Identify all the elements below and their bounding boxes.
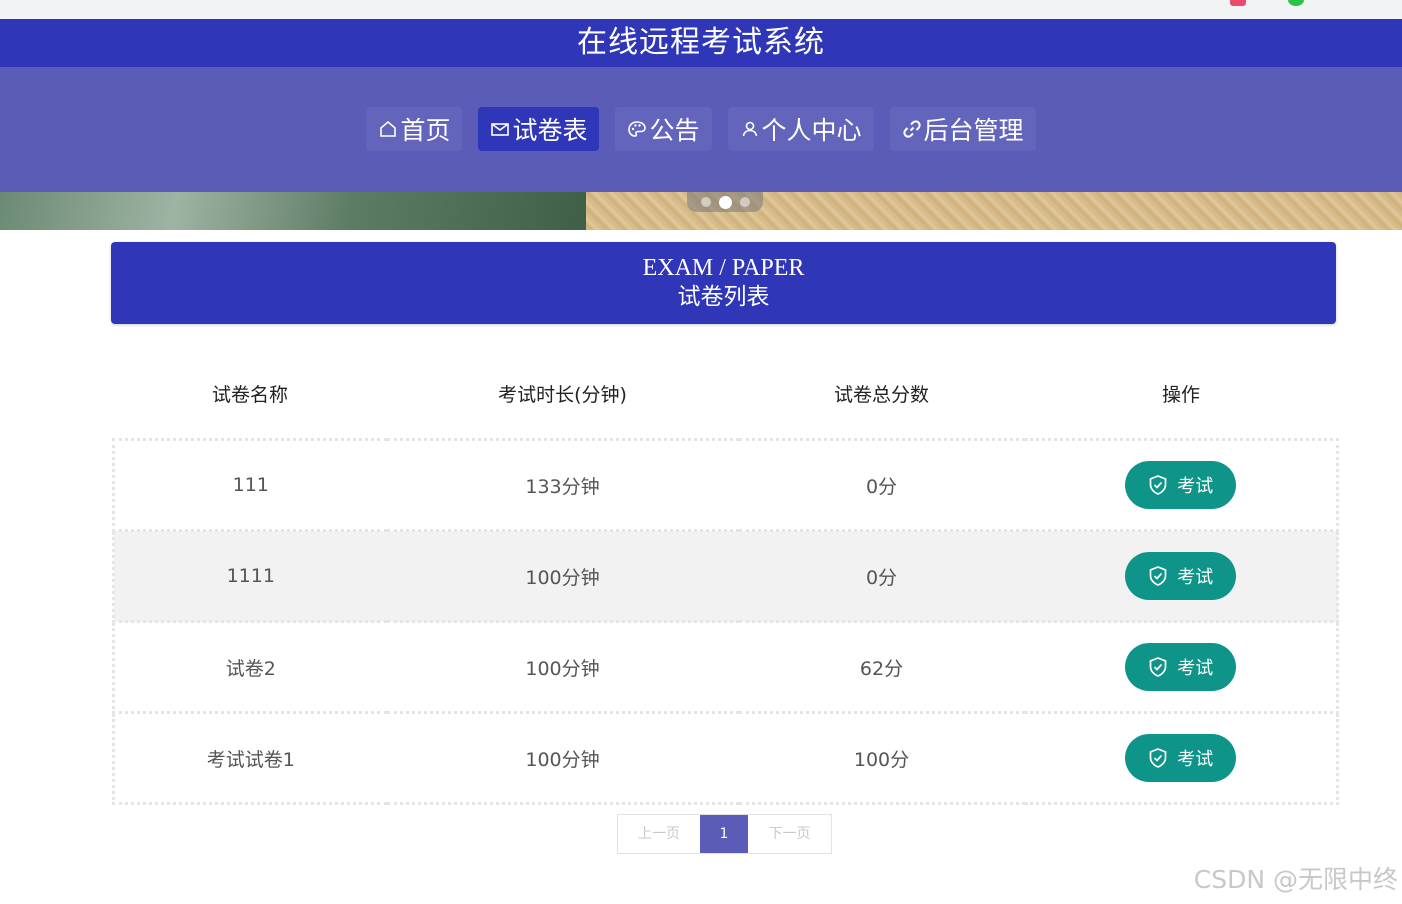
shield-check-icon <box>1149 748 1167 768</box>
column-header-score: 试卷总分数 <box>833 383 929 406</box>
table-row: 1111 100分钟 0分 考试 <box>112 529 1339 623</box>
shield-check-icon <box>1149 566 1167 586</box>
pagination: 上一页 1 下一页 <box>617 814 832 854</box>
take-exam-button[interactable]: 考试 <box>1124 643 1236 691</box>
carousel-dot[interactable] <box>739 197 750 207</box>
take-exam-label: 考试 <box>1177 658 1214 678</box>
watermark: CSDN @无限中终 <box>1193 865 1398 894</box>
site-title: 在线远程考试系统 <box>0 19 1402 67</box>
carousel-indicator <box>687 192 763 212</box>
paper-name: 1111 <box>112 529 387 623</box>
browser-toolbar-edge <box>0 0 1402 20</box>
section-title-en: EXAM / PAPER <box>642 255 805 281</box>
nav-label: 个人中心 <box>761 116 862 145</box>
take-exam-button[interactable]: 考试 <box>1124 552 1236 600</box>
prev-page-button[interactable]: 上一页 <box>618 815 700 853</box>
section-header: EXAM / PAPER 试卷列表 <box>111 242 1336 324</box>
paper-duration: 100分钟 <box>386 711 739 805</box>
table-row: 试卷2 100分钟 62分 考试 <box>112 620 1339 714</box>
section-title-zh: 试卷列表 <box>677 284 770 310</box>
main-nav: 首页 试卷表 公告 个人中心 后台管理 <box>0 107 1402 151</box>
nav-item-notice[interactable]: 公告 <box>615 107 712 151</box>
paper-score: 0分 <box>738 438 1025 532</box>
paper-name: 试卷2 <box>112 620 387 714</box>
paper-duration: 100分钟 <box>386 620 739 714</box>
next-page-button[interactable]: 下一页 <box>748 815 831 853</box>
nav-label: 试卷表 <box>512 116 588 145</box>
extension-icon[interactable] <box>1288 0 1304 6</box>
table-row: 111 133分钟 0分 考试 <box>112 438 1339 532</box>
nav-label: 后台管理 <box>923 116 1024 145</box>
take-exam-label: 考试 <box>1177 749 1214 769</box>
paper-score: 0分 <box>738 529 1025 623</box>
palette-icon <box>627 119 647 139</box>
column-header-duration: 考试时长(分钟) <box>498 383 627 406</box>
take-exam-button[interactable]: 考试 <box>1124 734 1236 782</box>
shield-check-icon <box>1149 657 1167 677</box>
paper-duration: 133分钟 <box>386 438 739 532</box>
paper-name: 111 <box>112 438 387 532</box>
carousel-dot-active[interactable] <box>718 195 732 209</box>
paper-score: 62分 <box>738 620 1025 714</box>
paper-score: 100分 <box>738 711 1025 805</box>
link-icon <box>902 119 922 139</box>
nav-item-admin[interactable]: 后台管理 <box>889 107 1036 151</box>
extension-icon[interactable] <box>1230 0 1246 6</box>
nav-item-profile[interactable]: 个人中心 <box>727 107 874 151</box>
nav-item-papers[interactable]: 试卷表 <box>478 107 600 151</box>
take-exam-label: 考试 <box>1177 567 1214 587</box>
mail-icon <box>490 119 510 139</box>
carousel-dot[interactable] <box>700 197 711 207</box>
nav-item-home[interactable]: 首页 <box>366 107 463 151</box>
column-header-action: 操作 <box>1161 383 1200 406</box>
paper-duration: 100分钟 <box>386 529 739 623</box>
banner-image-left <box>0 192 586 230</box>
banner-carousel <box>0 192 1402 230</box>
nav-label: 公告 <box>649 116 700 145</box>
paper-name: 考试试卷1 <box>112 711 387 805</box>
table-header-row: 试卷名称 考试时长(分钟) 试卷总分数 操作 <box>114 348 1338 440</box>
take-exam-label: 考试 <box>1177 476 1214 496</box>
nav-band: 首页 试卷表 公告 个人中心 后台管理 <box>0 67 1402 192</box>
column-header-name: 试卷名称 <box>211 383 288 406</box>
user-icon <box>740 119 760 139</box>
home-icon <box>378 119 398 139</box>
paper-table: 试卷名称 考试时长(分钟) 试卷总分数 操作 111 133分钟 0分 考试 1… <box>112 348 1339 805</box>
nav-label: 首页 <box>400 116 451 145</box>
table-row: 考试试卷1 100分钟 100分 考试 <box>112 711 1339 805</box>
current-page-button[interactable]: 1 <box>700 815 748 853</box>
take-exam-button[interactable]: 考试 <box>1124 461 1236 509</box>
shield-check-icon <box>1149 475 1167 495</box>
